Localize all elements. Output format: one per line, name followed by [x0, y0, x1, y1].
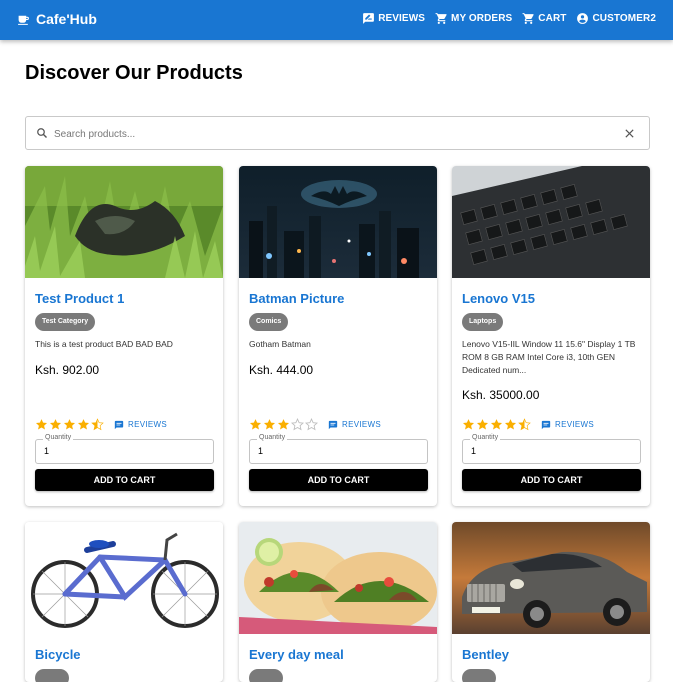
star-icon [249, 419, 262, 430]
product-title[interactable]: Every day meal [249, 647, 344, 662]
app-bar: Cafe'Hub REVIEWS MY ORDERS CART CUSTOMER… [0, 0, 673, 40]
nav-my-orders-label: MY ORDERS [451, 13, 513, 24]
quantity-label: Quantity [43, 434, 74, 441]
add-to-cart-button[interactable]: ADD TO CART [249, 469, 428, 491]
product-card: Bentley [452, 522, 650, 682]
star-icon [277, 419, 290, 430]
product-description: This is a test product BAD BAD BAD [35, 339, 173, 349]
star-icon [490, 419, 503, 430]
nav-account[interactable]: CUSTOMER2 [576, 12, 656, 25]
star-icon [63, 419, 76, 430]
star-rating [462, 418, 531, 431]
category-chip: Laptops [462, 313, 504, 331]
product-card: Every day meal [239, 522, 437, 682]
search-icon [37, 128, 47, 138]
reviews-link-label: REVIEWS [555, 420, 594, 429]
nav-reviews-label: REVIEWS [378, 13, 426, 24]
nav-my-orders[interactable]: MY ORDERS [435, 12, 512, 25]
brand-name: Cafe'Hub [36, 11, 97, 27]
star-icon [291, 418, 304, 431]
product-image[interactable] [452, 166, 650, 278]
coffee-cup-icon [18, 15, 29, 25]
quantity-label: Quantity [257, 434, 288, 441]
product-title[interactable]: Lenovo V15 [462, 291, 535, 306]
search-input[interactable] [54, 125, 614, 143]
quantity-input[interactable] [258, 446, 418, 456]
product-title[interactable]: Bicycle [35, 647, 81, 662]
product-price: Ksh. 902.00 [35, 363, 100, 377]
reviews-link-label: REVIEWS [128, 420, 167, 429]
star-icon [518, 418, 531, 431]
star-icon [91, 418, 104, 431]
product-card: Batman Picture Comics Gotham Batman Ksh.… [239, 166, 437, 506]
star-icon [476, 419, 489, 430]
cart-icon [522, 13, 534, 24]
product-description: Gotham Batman [249, 339, 311, 349]
quantity-field: Quantity [462, 434, 641, 464]
star-icon [77, 419, 90, 430]
nav-reviews[interactable]: REVIEWS [362, 12, 425, 25]
brand-logo[interactable]: Cafe'Hub [17, 11, 97, 27]
product-image[interactable] [25, 522, 223, 634]
category-chip: Test Category [35, 313, 96, 331]
star-icon [462, 419, 475, 430]
cart-icon [435, 13, 447, 24]
star-icon [305, 418, 318, 431]
quantity-field: Quantity [35, 434, 214, 464]
account-icon [577, 13, 589, 24]
comment-icon [328, 420, 338, 429]
quantity-field: Quantity [249, 434, 428, 464]
category-chip: Comics [249, 313, 289, 331]
star-rating [249, 418, 318, 431]
top-nav: REVIEWS MY ORDERS CART CUSTOMER2 [362, 12, 656, 25]
page-title: Discover Our Products [25, 62, 243, 84]
product-image[interactable] [239, 166, 437, 278]
star-icon [35, 419, 48, 430]
nav-cart[interactable]: CART [522, 12, 566, 25]
add-to-cart-button[interactable]: ADD TO CART [462, 469, 641, 491]
comment-icon [541, 420, 551, 429]
nav-cart-label: CART [538, 13, 567, 24]
quantity-input[interactable] [44, 446, 204, 456]
product-title[interactable]: Batman Picture [249, 291, 344, 306]
quantity-label: Quantity [470, 434, 501, 441]
product-price: Ksh. 444.00 [249, 363, 314, 377]
product-price: Ksh. 35000.00 [462, 388, 540, 402]
star-rating [35, 418, 104, 431]
rate-review-icon [363, 13, 375, 24]
product-description: Lenovo V15-IIL Window 11 15.6" Display 1… [462, 339, 636, 375]
star-icon [263, 419, 276, 430]
product-card: Lenovo V15 Laptops Lenovo V15-IIL Window… [452, 166, 650, 506]
star-icon [504, 419, 517, 430]
star-icon [49, 419, 62, 430]
add-to-cart-button[interactable]: ADD TO CART [35, 469, 214, 491]
quantity-input[interactable] [471, 446, 631, 456]
product-title[interactable]: Test Product 1 [35, 291, 124, 306]
rating-row: REVIEWS [35, 418, 167, 431]
product-card: Bicycle [25, 522, 223, 682]
product-image[interactable] [452, 522, 650, 634]
nav-account-label: CUSTOMER2 [592, 13, 656, 24]
comment-icon [114, 420, 124, 429]
reviews-link[interactable]: REVIEWS [114, 420, 167, 430]
reviews-link[interactable]: REVIEWS [328, 420, 381, 430]
product-card: Test Product 1 Test Category This is a t… [25, 166, 223, 506]
reviews-link-label: REVIEWS [342, 420, 381, 429]
search-bar [25, 116, 650, 150]
rating-row: REVIEWS [249, 418, 381, 431]
rating-row: REVIEWS [462, 418, 594, 431]
product-image[interactable] [25, 166, 223, 278]
clear-icon[interactable] [624, 128, 635, 139]
product-title[interactable]: Bentley [462, 647, 509, 662]
product-image[interactable] [239, 522, 437, 634]
reviews-link[interactable]: REVIEWS [541, 420, 594, 430]
